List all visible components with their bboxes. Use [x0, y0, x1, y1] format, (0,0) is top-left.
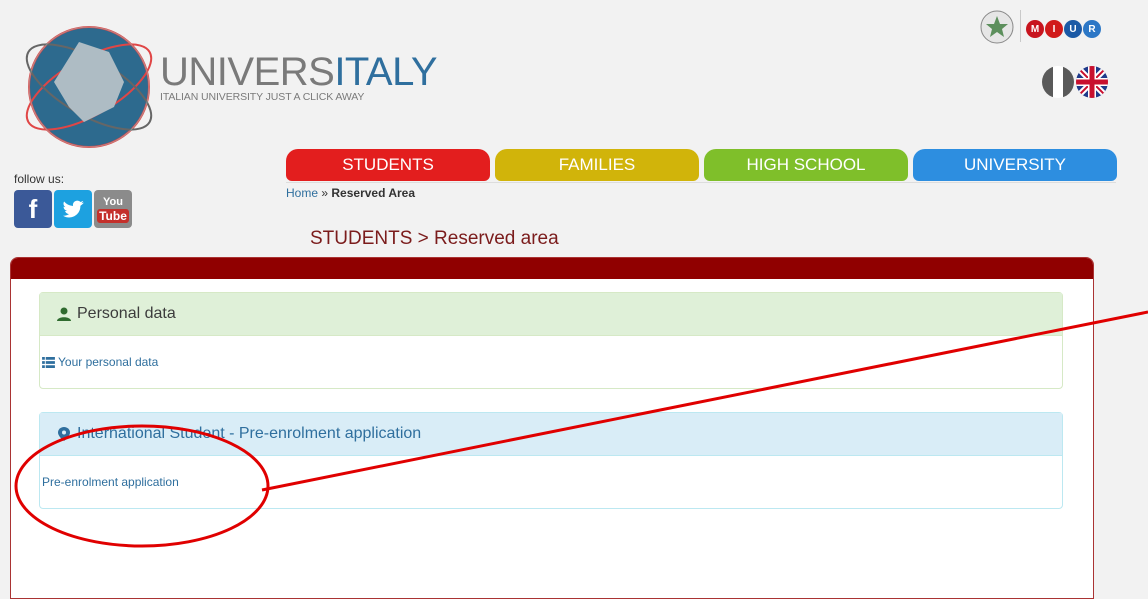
youtube-icon[interactable]: You Tube: [94, 190, 132, 228]
main-nav: STUDENTS FAMILIES HIGH SCHOOL UNIVERSITY: [286, 149, 1122, 181]
international-student-header: International Student - Pre-enrolment ap…: [40, 413, 1062, 456]
twitter-bird-icon: [63, 200, 84, 218]
international-student-title: International Student - Pre-enrolment ap…: [77, 425, 422, 442]
universitaly-globe-logo[interactable]: [14, 12, 164, 162]
tab-university[interactable]: UNIVERSITY: [913, 149, 1117, 181]
tab-high-school[interactable]: HIGH SCHOOL: [704, 149, 908, 181]
breadcrumb-home[interactable]: Home: [286, 186, 318, 200]
personal-data-body: Your personal data: [40, 336, 1062, 388]
language-selector[interactable]: [1042, 66, 1110, 98]
international-student-body: Pre-enrolment application: [40, 456, 1062, 508]
facebook-icon[interactable]: f: [14, 190, 52, 228]
italian-republic-emblem-icon: [980, 10, 1014, 44]
personal-data-header: Personal data: [40, 293, 1062, 336]
personal-data-card: Personal data Your personal data: [39, 292, 1063, 389]
brand: UNIVERSITALY ITALIAN UNIVERSITY JUST A C…: [160, 50, 438, 103]
italian-flag-icon[interactable]: [1042, 66, 1074, 98]
divider: [1020, 10, 1021, 42]
map-marker-icon: [58, 427, 70, 441]
follow-us-label: follow us:: [14, 172, 65, 186]
tab-students[interactable]: STUDENTS: [286, 149, 490, 181]
international-student-card: International Student - Pre-enrolment ap…: [39, 412, 1063, 509]
breadcrumb-current: Reserved Area: [331, 186, 415, 200]
pre-enrolment-application-link[interactable]: Pre-enrolment application: [42, 475, 179, 489]
breadcrumb-separator: »: [321, 186, 329, 200]
panel-header-bar: [11, 258, 1093, 279]
your-personal-data-link[interactable]: Your personal data: [58, 355, 158, 369]
personal-data-title: Personal data: [77, 305, 176, 322]
list-icon: [42, 356, 55, 368]
uk-flag-icon[interactable]: [1076, 66, 1108, 98]
breadcrumb: Home » Reserved Area: [286, 186, 415, 200]
miur-logo[interactable]: M I U R: [1026, 20, 1102, 38]
page-title: STUDENTS > Reserved area: [310, 228, 559, 249]
brand-title: UNIVERSITALY: [160, 50, 438, 94]
social-links: f You Tube: [14, 190, 134, 228]
user-icon: [57, 307, 71, 321]
twitter-icon[interactable]: [54, 190, 92, 228]
header: UNIVERSITALY ITALIAN UNIVERSITY JUST A C…: [0, 0, 1148, 160]
nav-divider: [286, 182, 1116, 183]
tab-families[interactable]: FAMILIES: [495, 149, 699, 181]
reserved-area-panel: Personal data Your personal data Interna…: [10, 257, 1094, 599]
